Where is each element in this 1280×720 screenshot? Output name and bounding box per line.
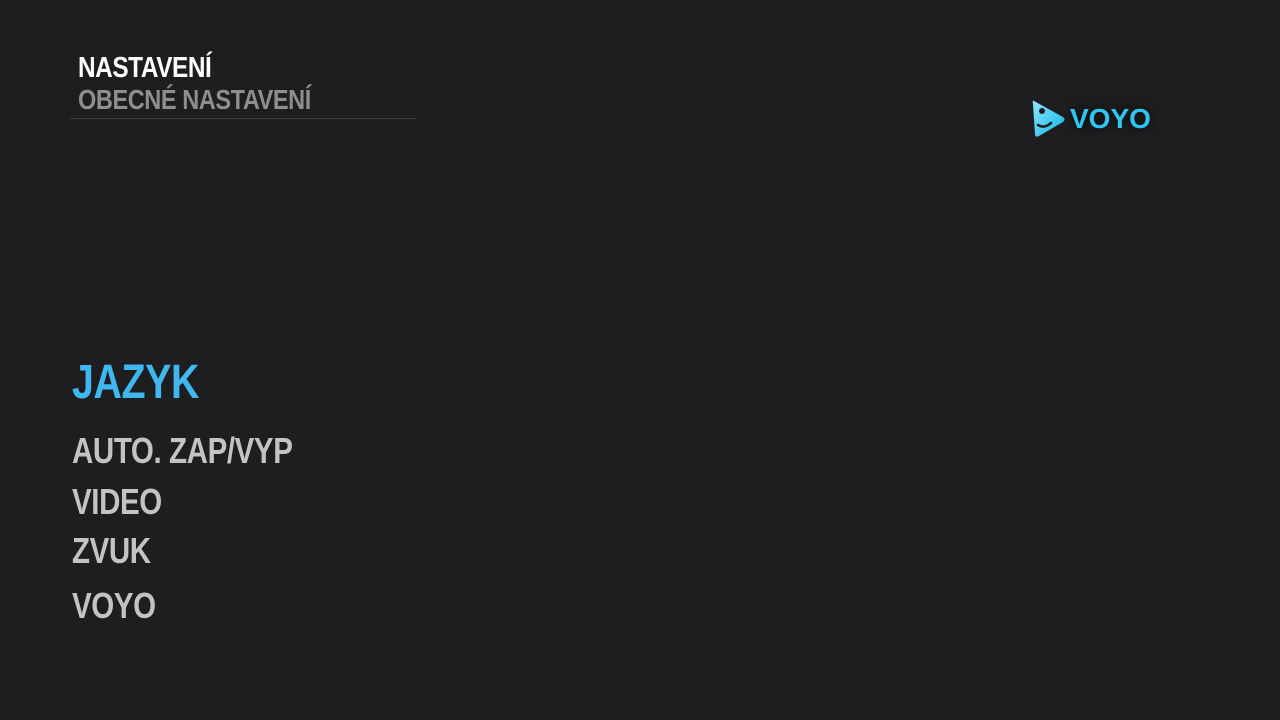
settings-screen: NASTAVENÍ OBECNÉ NASTAVENÍ VOYO JAZYK AU… <box>0 0 1280 720</box>
voyo-logo: VOYO <box>1030 96 1160 142</box>
menu-item-video[interactable]: VIDEO <box>72 470 482 526</box>
voyo-play-icon <box>1030 98 1066 140</box>
settings-menu: JAZYK AUTO. ZAP/VYP VIDEO ZVUK VOYO <box>72 352 572 638</box>
page-header: NASTAVENÍ OBECNÉ NASTAVENÍ <box>70 52 416 119</box>
page-title: NASTAVENÍ <box>78 52 212 84</box>
menu-item-zvuk[interactable]: ZVUK <box>72 526 482 582</box>
voyo-logo-text: VOYO <box>1070 103 1151 134</box>
page-subtitle: OBECNÉ NASTAVENÍ <box>78 84 311 115</box>
menu-item-auto-zap-vyp[interactable]: AUTO. ZAP/VYP <box>72 414 482 471</box>
menu-item-jazyk[interactable]: JAZYK <box>72 352 482 414</box>
menu-item-voyo[interactable]: VOYO <box>72 582 482 638</box>
